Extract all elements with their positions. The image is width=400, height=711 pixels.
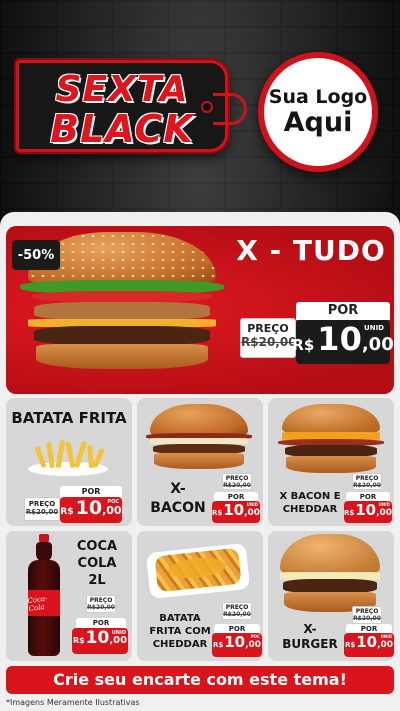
- product-name-line2: BACON: [150, 500, 206, 516]
- price-unit: POC: [107, 499, 119, 505]
- logo-text-line2: Aqui: [283, 107, 353, 138]
- price-dec: ,00: [376, 508, 393, 518]
- product-name-line1: X-: [303, 622, 317, 636]
- price-int: 10: [85, 628, 110, 648]
- product-name: BATATA FRITA COM CHEDDAR: [144, 612, 216, 651]
- price-int: 10: [356, 633, 378, 651]
- price-int: 10: [223, 501, 245, 519]
- price-por-label: POR: [76, 618, 126, 628]
- price-old: PREÇO R$20,00: [352, 473, 382, 490]
- product-name-line1: BATATA: [159, 613, 201, 624]
- product-name: X- BACON: [146, 480, 210, 518]
- price-currency: R$: [211, 509, 223, 517]
- price-dec: ,00: [244, 508, 261, 518]
- price-new: R$ 10 ,00 POC: [60, 497, 122, 523]
- price-old-label: PREÇO: [225, 604, 249, 611]
- x-burger-image: [280, 534, 380, 614]
- product-name-line3: CHEDDAR: [152, 639, 208, 650]
- price-unit: UNID: [380, 634, 392, 639]
- product-name: COCA COLA 2L: [68, 538, 126, 589]
- price-unit: UNID: [111, 630, 126, 636]
- price-old: PREÇO R$20,00: [222, 473, 252, 490]
- create-flyer-button[interactable]: Crie seu encarte com este tema!: [6, 666, 394, 694]
- featured-currency: R$: [292, 336, 315, 354]
- price-dec: ,00: [109, 635, 128, 646]
- price-int: 10: [75, 497, 103, 519]
- price-new: R$ 10 ,00 UNID: [72, 628, 128, 654]
- tag-hole-icon: [201, 101, 213, 113]
- price-dec: ,00: [245, 640, 262, 650]
- price-old-label: PREÇO: [355, 608, 379, 615]
- product-name-line3: 2L: [88, 573, 106, 588]
- featured-old-price: PREÇO R$20,00: [240, 318, 297, 358]
- logo-placeholder[interactable]: Sua Logo Aqui: [258, 52, 378, 172]
- price-old-value: R$20,00: [353, 615, 381, 622]
- product-name: X BACON E CHEDDAR: [272, 490, 348, 516]
- price-new: R$ 10 ,00 UNID: [212, 501, 260, 523]
- price-old-label: PREÇO: [28, 500, 56, 508]
- price-old-label: PREÇO: [355, 475, 379, 482]
- x-bacon-cheddar-burger-image: [278, 404, 384, 474]
- product-name-line2: COLA: [77, 556, 117, 571]
- price-old-value: R$20,00: [353, 482, 381, 489]
- price-new: R$ 10 ,00 UNID: [344, 501, 392, 523]
- featured-old-label: PREÇO: [247, 322, 289, 335]
- logo-text-line1: Sua Logo: [268, 86, 368, 108]
- disclaimer-text: *Imagens Meramente Ilustrativas: [6, 698, 140, 707]
- price-old: PREÇO R$20,00: [86, 595, 116, 613]
- price-old-value: R$20,00: [25, 508, 59, 516]
- product-name-line2: CHEDDAR: [282, 504, 338, 515]
- price-dec: ,00: [377, 640, 394, 650]
- featured-new-price: R$ 10 ,00 UNID: [292, 320, 394, 364]
- tag-string-icon: [213, 93, 247, 125]
- featured-price-int: 10: [317, 320, 362, 358]
- featured-title: X - TUDO: [236, 234, 386, 267]
- price-unit: UNID: [246, 502, 258, 507]
- price-int: 10: [355, 501, 377, 519]
- discount-badge: -50%: [12, 240, 60, 270]
- tag-title-line1: SEXTA: [55, 69, 189, 110]
- product-name-line2: FRITA COM: [149, 626, 211, 637]
- sexta-black-tag: SEXTA BLACK: [16, 60, 247, 152]
- coca-cola-bottle-image: Coca-Cola: [24, 534, 64, 658]
- product-name: X- BURGER: [280, 622, 340, 652]
- x-bacon-burger-image: [146, 404, 252, 470]
- featured-unit: UNID: [364, 324, 384, 332]
- price-dec: ,00: [102, 504, 122, 517]
- featured-price-dec: ,00: [361, 334, 394, 355]
- product-name-line1: X BACON E: [279, 491, 341, 502]
- fries-image: [28, 436, 108, 476]
- bottle-label-text: Coca-Cola: [27, 594, 48, 614]
- product-name-line1: COCA: [76, 539, 118, 554]
- tag-title-line2: BLACK: [50, 107, 194, 151]
- price-old-value: R$20,00: [223, 482, 251, 489]
- price-old: PREÇO R$20,00: [352, 606, 382, 624]
- price-old-value: R$20,00: [87, 604, 115, 611]
- price-currency: R$: [212, 641, 224, 649]
- price-old: PREÇO R$20,00: [24, 497, 60, 521]
- price-new: R$ 10 ,00 POC: [212, 633, 262, 657]
- featured-por-label: POR: [296, 302, 390, 320]
- product-name-line1: X-: [170, 481, 186, 497]
- price-currency: R$: [72, 636, 85, 645]
- price-old-label: PREÇO: [225, 475, 249, 482]
- price-old-value: R$20,00: [223, 611, 251, 618]
- price-currency: R$: [344, 641, 356, 649]
- price-old-label: PREÇO: [89, 597, 113, 604]
- fries-cheddar-image: [145, 538, 251, 600]
- price-currency: R$: [60, 507, 74, 517]
- price-unit: POC: [250, 634, 260, 639]
- product-name: BATATA FRITA: [11, 409, 127, 427]
- price-currency: R$: [343, 509, 355, 517]
- price-new: R$ 10 ,00 UNID: [344, 633, 394, 657]
- product-name-line2: BURGER: [282, 637, 338, 651]
- price-unit: UNID: [378, 502, 390, 507]
- price-int: 10: [224, 633, 246, 651]
- featured-old-value: R$20,00: [241, 335, 297, 349]
- price-old: PREÇO R$20,00: [222, 602, 252, 620]
